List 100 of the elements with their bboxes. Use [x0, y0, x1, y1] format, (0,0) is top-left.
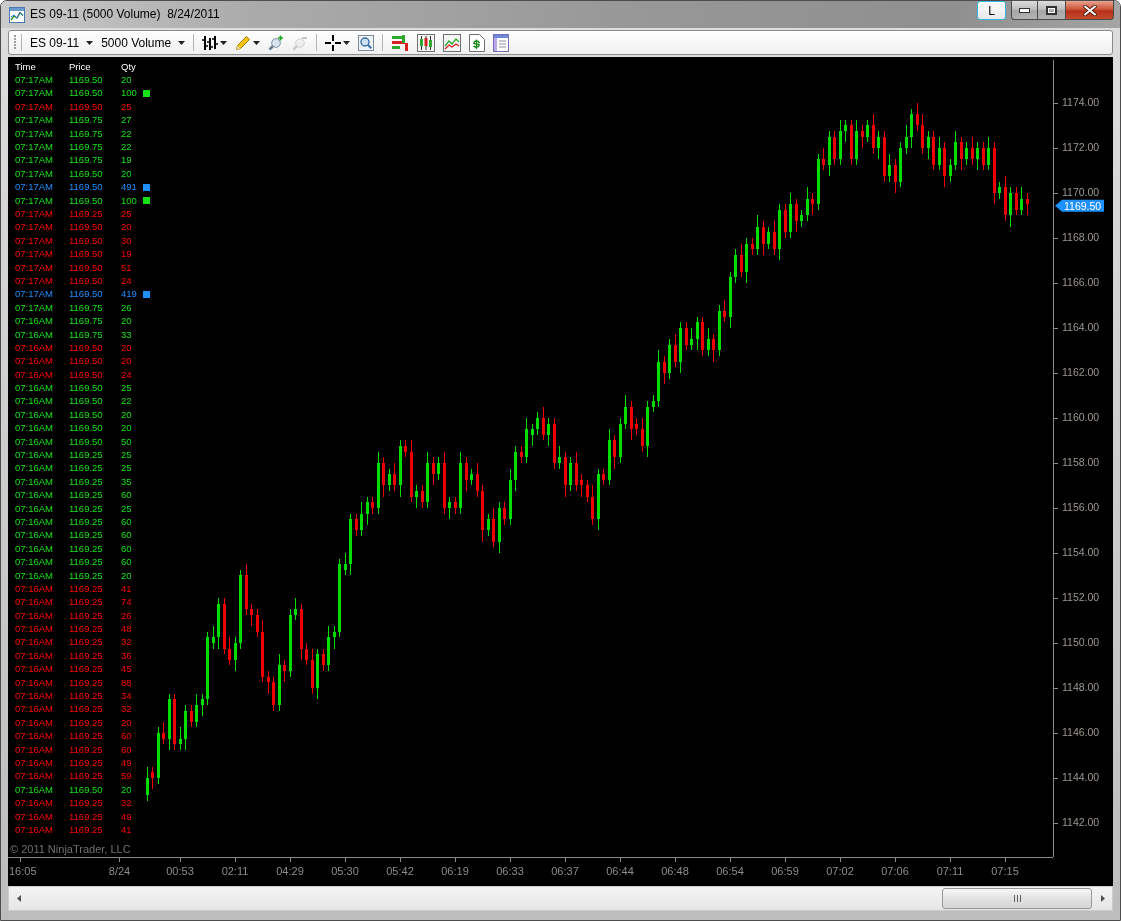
candle — [294, 597, 297, 621]
candle — [707, 327, 710, 357]
candle — [267, 670, 270, 695]
candle — [525, 417, 528, 464]
link-button[interactable]: L — [977, 1, 1006, 20]
trade-time: 07:17AM — [15, 301, 54, 314]
candle — [833, 130, 836, 166]
axis-label: 1152.00 — [1062, 591, 1100, 603]
candle — [179, 726, 182, 751]
trade-size: 20 — [121, 315, 132, 328]
column-header: Price — [69, 60, 91, 73]
axis-label: 06:19 — [441, 865, 469, 877]
trade-price: 1169.25 — [69, 797, 103, 810]
candle — [520, 445, 523, 464]
candle — [861, 124, 864, 149]
trade-size: 20 — [121, 341, 132, 354]
trade-price: 1169.50 — [69, 288, 103, 301]
maximize-button[interactable] — [1038, 1, 1066, 20]
trade-size: 32 — [121, 703, 132, 716]
candle — [850, 119, 853, 166]
trade-price: 1169.25 — [69, 609, 103, 622]
candle — [767, 226, 770, 250]
zoom-out-icon — [292, 34, 309, 51]
candle — [756, 214, 759, 256]
close-button[interactable] — [1066, 1, 1114, 20]
trade-price: 1169.25 — [69, 730, 103, 743]
line-chart-button[interactable] — [441, 32, 464, 53]
candle — [492, 507, 495, 548]
candle — [283, 659, 286, 683]
candle — [388, 468, 391, 492]
trade-time: 07:17AM — [15, 248, 54, 261]
trade-time: 07:16AM — [15, 730, 54, 743]
candle — [437, 456, 440, 481]
trade-time: 07:16AM — [15, 783, 54, 796]
instrument-dropdown[interactable]: ES 09-11 — [26, 32, 98, 53]
candle — [690, 327, 693, 351]
candle — [349, 513, 352, 576]
trade-time: 07:16AM — [15, 569, 54, 582]
candle — [762, 220, 765, 256]
candle — [300, 603, 303, 661]
candle — [366, 496, 369, 526]
trade-time: 07:17AM — [15, 100, 54, 113]
crosshair-button[interactable] — [323, 32, 353, 53]
account-button[interactable] — [467, 32, 488, 53]
trade-size: 20 — [121, 422, 132, 435]
minimize-button[interactable] — [1011, 1, 1038, 20]
candle — [553, 417, 556, 470]
axis-label: 1150.00 — [1062, 636, 1100, 648]
candlestick-button[interactable] — [415, 32, 438, 53]
candle — [839, 119, 842, 166]
trade-size: 35 — [121, 475, 132, 488]
trade-size: 20 — [121, 569, 132, 582]
candle — [971, 136, 974, 166]
candle — [168, 693, 171, 751]
trade-size: 33 — [121, 328, 132, 341]
axis-label: 1142.00 — [1062, 816, 1100, 828]
candle — [619, 417, 622, 464]
candlestick-icon — [417, 33, 436, 52]
candle — [740, 243, 743, 278]
candle — [311, 648, 314, 695]
candle — [663, 355, 666, 385]
candle — [404, 439, 407, 458]
trade-time: 07:16AM — [15, 663, 54, 676]
line-chart-icon — [443, 33, 462, 52]
candle — [960, 136, 963, 171]
column-header: Time — [15, 60, 36, 73]
magnifier-icon — [358, 34, 375, 51]
trade-time: 07:17AM — [15, 127, 54, 140]
trade-size: 25 — [121, 208, 132, 220]
trade-price: 1169.50 — [69, 248, 103, 261]
candle — [250, 603, 253, 627]
trade-time: 07:17AM — [15, 194, 54, 207]
trade-time: 07:16AM — [15, 355, 54, 368]
interval-dropdown[interactable]: 5000 Volume — [97, 32, 190, 53]
axis-label: 06:48 — [661, 865, 689, 877]
trade-time: 07:16AM — [15, 596, 54, 609]
scrollbar-thumb[interactable] — [942, 888, 1092, 909]
trade-price: 1169.50 — [69, 408, 103, 421]
trade-price: 1169.75 — [69, 114, 103, 127]
axis-label: 07:06 — [881, 865, 909, 877]
trade-price: 1169.50 — [69, 355, 103, 368]
trade-price: 1169.25 — [69, 502, 103, 515]
trade-time: 07:17AM — [15, 208, 54, 220]
candle — [289, 608, 292, 678]
data-box-button[interactable] — [356, 32, 377, 53]
trade-time: 07:16AM — [15, 716, 54, 729]
axis-label: 1172.00 — [1062, 140, 1100, 153]
candle — [789, 192, 792, 239]
axis-label: 1166.00 — [1062, 275, 1100, 288]
candle — [828, 130, 831, 177]
window-title: ES 09-11 (5000 Volume) 8/24/2011 — [30, 7, 220, 22]
trade-size: 74 — [121, 596, 132, 609]
trade-size: 59 — [121, 770, 132, 783]
properties-button[interactable] — [491, 32, 512, 53]
candle — [322, 648, 325, 672]
trade-size: 41 — [121, 823, 132, 836]
candle — [514, 445, 517, 492]
trade-size: 20 — [121, 74, 132, 87]
candle — [217, 597, 220, 650]
candle — [382, 456, 385, 498]
